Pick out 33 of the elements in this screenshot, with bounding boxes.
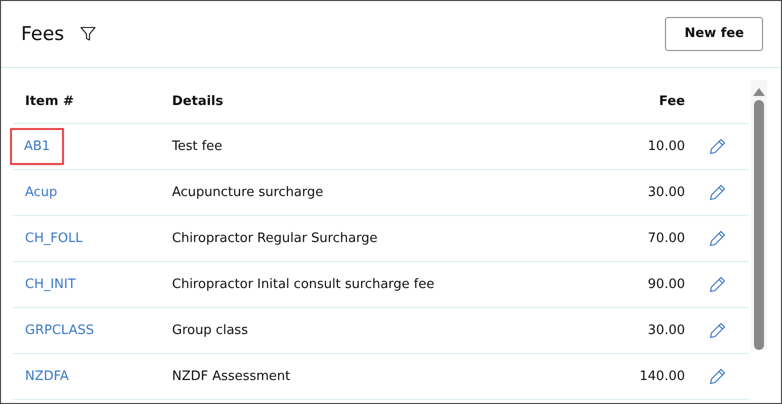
new-fee-button[interactable]: New fee (665, 17, 763, 51)
filter-icon[interactable] (80, 26, 96, 42)
edit-icon[interactable] (708, 322, 726, 339)
fee-cell: 10.00 (648, 138, 685, 154)
details-cell: Group class (172, 322, 248, 338)
fee-cell: 30.00 (648, 322, 685, 338)
edit-icon[interactable] (708, 230, 726, 247)
item-link[interactable]: CH_FOLL (25, 230, 83, 246)
scroll-thumb[interactable] (754, 100, 764, 350)
item-link[interactable]: GRPCLASS (25, 322, 94, 338)
edit-icon[interactable] (708, 138, 726, 155)
details-cell: NZDF Assessment (172, 368, 290, 384)
page-title: Fees (21, 22, 64, 46)
fee-cell: 30.00 (648, 184, 685, 200)
item-link[interactable]: CH_INIT (25, 276, 76, 292)
edit-icon[interactable] (708, 368, 726, 385)
column-header: Item # (25, 94, 74, 109)
fee-cell: 140.00 (640, 368, 685, 384)
column-header: Details (172, 94, 224, 109)
column-header: Fee (659, 94, 685, 109)
scroll-up-icon[interactable] (753, 88, 765, 96)
edit-icon[interactable] (708, 276, 726, 293)
details-cell: Chiropractor Regular Surcharge (172, 230, 378, 246)
details-cell: Chiropractor Inital consult surcharge fee (172, 276, 434, 292)
details-cell: Acupuncture surcharge (172, 184, 324, 200)
fee-cell: 70.00 (648, 230, 685, 246)
item-link[interactable]: NZDFA (25, 368, 69, 384)
item-link[interactable]: Acup (25, 184, 58, 200)
item-link[interactable]: AB1 (12, 130, 62, 163)
fee-cell: 90.00 (648, 276, 685, 292)
details-cell: Test fee (172, 138, 222, 154)
scrollbar[interactable] (751, 80, 767, 350)
edit-icon[interactable] (708, 184, 726, 201)
